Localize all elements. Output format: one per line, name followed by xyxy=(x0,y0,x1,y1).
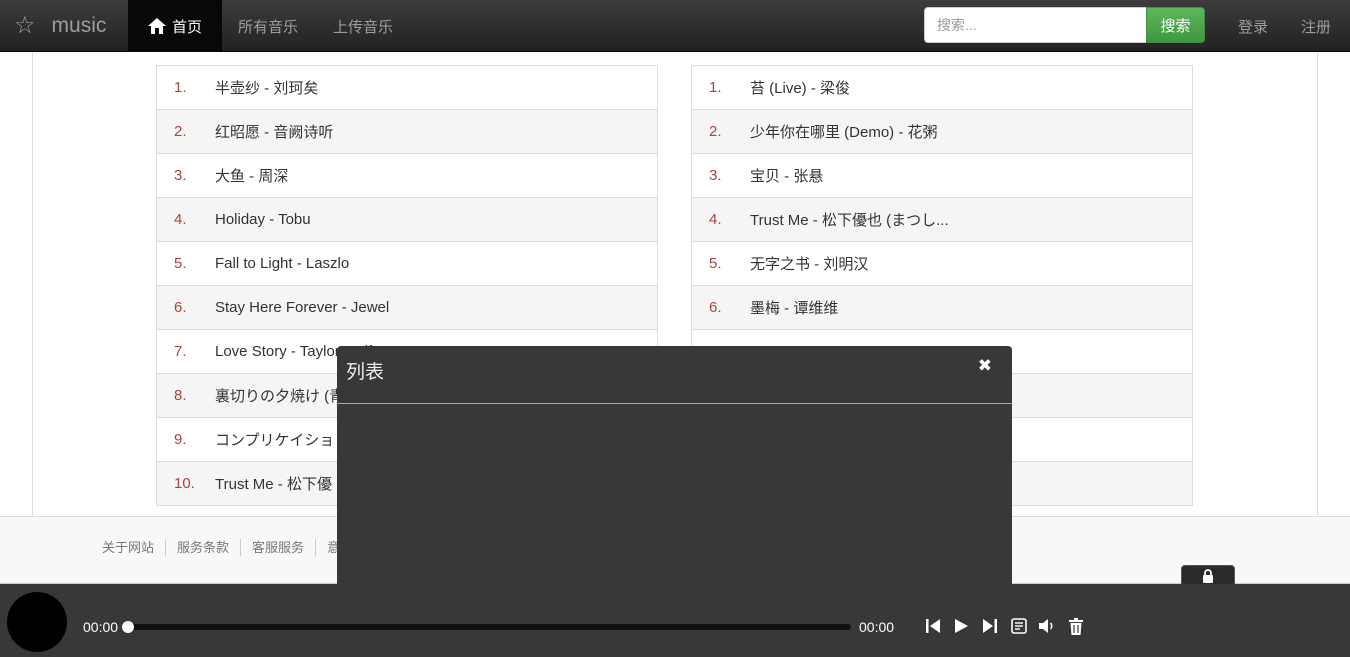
previous-icon[interactable] xyxy=(923,616,943,636)
modal-title: 列表 xyxy=(346,362,385,383)
song-title: 红昭愿 - 音阙诗听 xyxy=(215,124,334,141)
song-number: 7. xyxy=(174,343,187,360)
song-number: 3. xyxy=(174,167,187,184)
home-icon xyxy=(147,18,166,34)
song-item[interactable]: 4. Holiday - Tobu xyxy=(157,197,657,241)
song-item[interactable]: 6. 墨梅 - 谭维维 xyxy=(692,285,1192,329)
song-number: 5. xyxy=(709,255,722,272)
player-bar: 00:00 00:00 xyxy=(0,584,1350,657)
song-title: Holiday - Tobu xyxy=(215,211,311,228)
song-title: Trust Me - 松下優也 (まつし... xyxy=(750,212,949,229)
search-button[interactable]: 搜索 xyxy=(1146,7,1205,43)
song-item[interactable]: 1. 苔 (Live) - 梁俊 xyxy=(692,66,1192,109)
song-number: 5. xyxy=(174,255,187,272)
login-link[interactable]: 登录 xyxy=(1238,0,1268,52)
song-title: 墨梅 - 谭维维 xyxy=(750,300,839,317)
song-number: 2. xyxy=(174,123,187,140)
song-item[interactable]: 3. 宝贝 - 张悬 xyxy=(692,153,1192,197)
playlist-modal: 列表 ✖ xyxy=(337,346,1012,586)
song-number: 1. xyxy=(709,79,722,96)
song-title: 半壶纱 - 刘珂矣 xyxy=(215,80,319,97)
brand-name: music xyxy=(51,14,107,37)
song-title: 少年你在哪里 (Demo) - 花粥 xyxy=(750,124,938,141)
close-icon[interactable]: ✖ xyxy=(978,356,992,376)
nav-all-music[interactable]: 所有音乐 xyxy=(238,0,298,52)
trash-icon[interactable] xyxy=(1066,616,1086,636)
song-item[interactable]: 6. Stay Here Forever - Jewel xyxy=(157,285,657,329)
modal-header: 列表 ✖ xyxy=(337,346,1012,404)
song-number: 8. xyxy=(174,387,187,404)
song-title: 裏切りの夕焼け (青 xyxy=(215,388,345,405)
container-border-left xyxy=(32,52,33,517)
song-number: 6. xyxy=(709,299,722,316)
next-icon[interactable] xyxy=(980,616,1000,636)
song-item[interactable]: 5. 无字之书 - 刘明汉 xyxy=(692,241,1192,285)
song-number: 3. xyxy=(709,167,722,184)
duration-time: 00:00 xyxy=(859,619,895,635)
container-border-right xyxy=(1317,52,1318,517)
footer-links: 关于网站 服务条款 客服服务 意 xyxy=(102,539,351,556)
volume-icon[interactable] xyxy=(1037,616,1057,636)
footer-link-terms[interactable]: 服务条款 xyxy=(165,539,240,556)
song-item[interactable]: 2. 红昭愿 - 音阙诗听 xyxy=(157,109,657,153)
song-title: 无字之书 - 刘明汉 xyxy=(750,256,869,273)
song-number: 4. xyxy=(174,211,187,228)
play-icon[interactable] xyxy=(951,616,971,636)
song-number: 9. xyxy=(174,431,187,448)
song-title: 苔 (Live) - 梁俊 xyxy=(750,80,851,97)
song-number: 4. xyxy=(709,211,722,228)
navbar: ☆ music 首页 所有音乐 上传音乐 搜索 登录 注册 xyxy=(0,0,1350,52)
search-input[interactable] xyxy=(924,7,1147,43)
register-link[interactable]: 注册 xyxy=(1301,0,1331,52)
footer-link-about[interactable]: 关于网站 xyxy=(102,539,165,556)
song-title: Fall to Light - Laszlo xyxy=(215,255,350,272)
song-title: Trust Me - 松下優 xyxy=(215,476,332,493)
lock-icon xyxy=(1203,568,1213,583)
progress-bar[interactable] xyxy=(125,624,851,630)
song-item[interactable]: 4. Trust Me - 松下優也 (まつし... xyxy=(692,197,1192,241)
song-number: 6. xyxy=(174,299,187,316)
song-title: 大鱼 - 周深 xyxy=(215,168,289,185)
song-title: 宝贝 - 张悬 xyxy=(750,168,824,185)
lyrics-icon[interactable] xyxy=(1009,616,1029,636)
nav-upload-music[interactable]: 上传音乐 xyxy=(333,0,393,52)
nav-home[interactable]: 首页 xyxy=(128,0,222,52)
lock-tab[interactable] xyxy=(1181,565,1235,585)
footer-link-support[interactable]: 客服服务 xyxy=(240,539,315,556)
song-number: 10. xyxy=(174,475,195,492)
nav-home-label: 首页 xyxy=(171,18,202,36)
song-item[interactable]: 3. 大鱼 - 周深 xyxy=(157,153,657,197)
song-number: 1. xyxy=(174,79,187,96)
song-item[interactable]: 2. 少年你在哪里 (Demo) - 花粥 xyxy=(692,109,1192,153)
song-number: 2. xyxy=(709,123,722,140)
star-icon: ☆ xyxy=(14,12,36,39)
song-title: コンプリケイショ xyxy=(215,432,335,449)
current-time: 00:00 xyxy=(83,619,119,635)
song-item[interactable]: 5. Fall to Light - Laszlo xyxy=(157,241,657,285)
progress-knob[interactable] xyxy=(122,621,134,633)
song-item[interactable]: 1. 半壶纱 - 刘珂矣 xyxy=(157,66,657,109)
brand[interactable]: ☆ music xyxy=(0,0,106,52)
song-title: Stay Here Forever - Jewel xyxy=(215,299,390,316)
album-cover[interactable] xyxy=(7,592,67,652)
